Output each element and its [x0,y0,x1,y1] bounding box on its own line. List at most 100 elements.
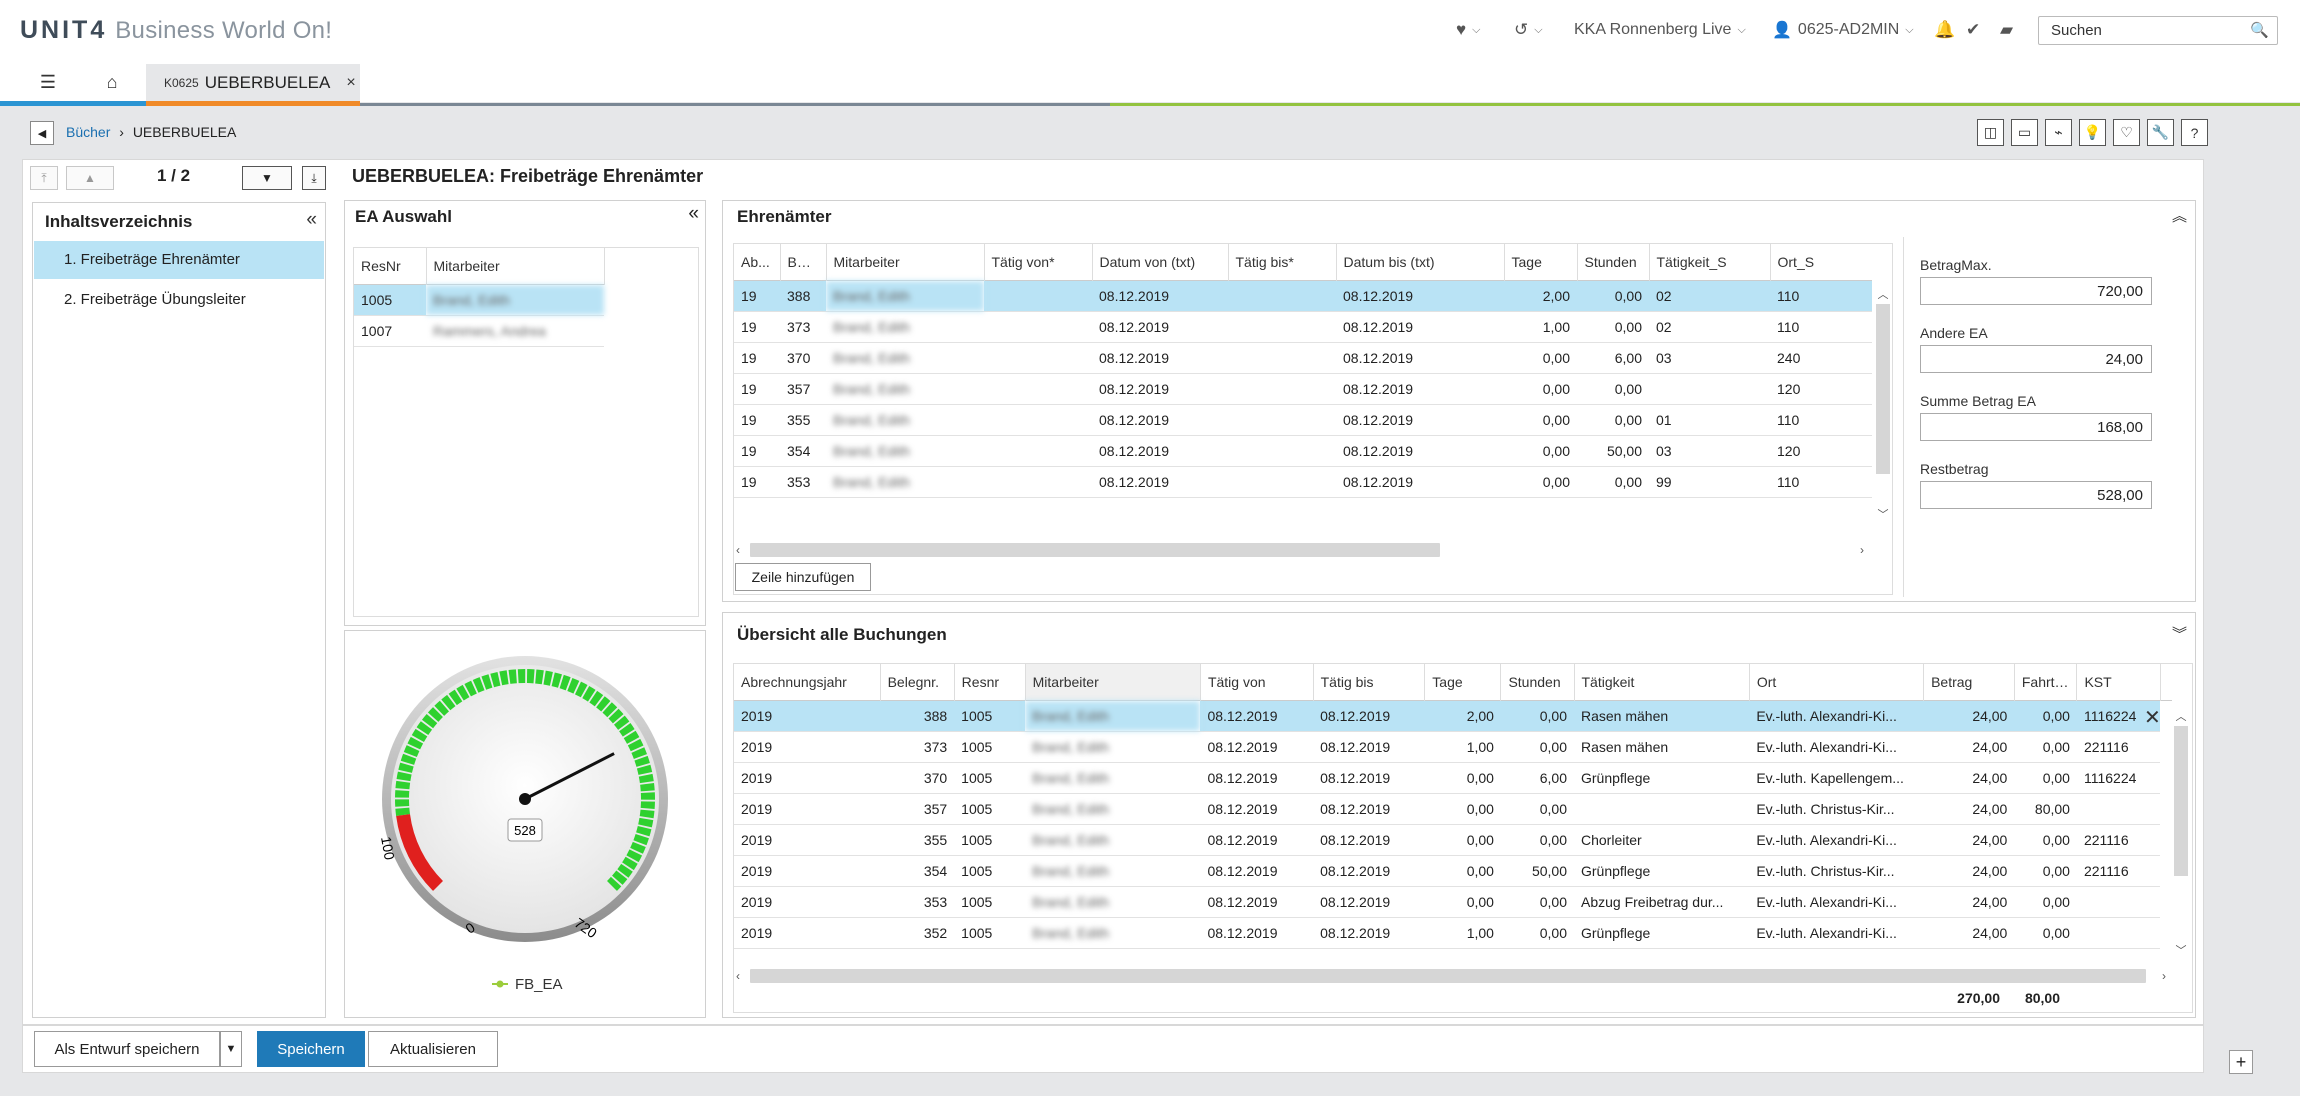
table-row[interactable]: 2019 355 1005 Brand, Edith 08.12.2019 08.12.2… [734,824,2172,856]
search-input[interactable]: Suchen 🔍 [2038,16,2278,45]
column-header[interactable]: Tage [1504,244,1578,280]
split-view-icon[interactable]: ◫ [1977,119,2004,146]
column-header[interactable]: Ab... [734,244,781,280]
save-button[interactable]: Speichern [257,1031,365,1067]
table-row[interactable]: 19 357 Brand, Edith 08.12.2019 08.12.2019 0,0… [734,373,1872,405]
column-header[interactable]: Ort_S [1770,244,1872,280]
column-header[interactable]: Tätigkeit_S [1649,244,1771,280]
column-header[interactable]: Stunden [1500,664,1575,700]
table-row[interactable]: 1007 Rammers, Andrea [354,315,604,347]
column-header[interactable]: Belegnr. [880,664,955,700]
column-header[interactable]: Mitarbeiter [826,244,985,280]
scroll-down-icon[interactable]: ﹀ [2176,942,2187,958]
table-row[interactable]: 19 354 Brand, Edith 08.12.2019 08.12.2019 0,0… [734,435,1872,467]
scroll-right-icon[interactable]: › [2162,969,2166,983]
menu-list-icon[interactable]: ☰ [22,66,74,98]
andere-ea-field[interactable]: 24,00 [1920,345,2152,373]
toc-item-ehrenaemter[interactable]: 1. Freibeträge Ehrenämter [34,241,324,279]
column-header[interactable]: Tage [1424,664,1502,700]
home-icon[interactable]: ⌂ [86,66,138,98]
column-header[interactable]: Tätigkeit [1574,664,1750,700]
column-header[interactable]: Resnr [954,664,1026,700]
table-row[interactable]: 2019 373 1005 Brand, Edith 08.12.2019 08.12.2… [734,731,2172,763]
table-row[interactable]: 2019 388 1005 Brand, Edith 08.12.2019 08.12.2… [734,700,2172,732]
bell-icon[interactable]: 🔔 [1934,18,1955,42]
vertical-scrollbar[interactable]: ︿ ﹀ [2172,708,2190,958]
scroll-down-icon[interactable]: ﹀ [1878,506,1889,522]
scroll-up-icon[interactable]: ︿ [2176,708,2187,724]
betragmax-field[interactable]: 720,00 [1920,277,2152,305]
scroll-up-icon[interactable]: ︿ [1878,286,1889,302]
favorite-heart-icon[interactable]: ♡ [2113,119,2140,146]
summe-betrag-ea-field[interactable]: 168,00 [1920,413,2152,441]
close-icon[interactable]: × [346,74,355,92]
column-header[interactable]: Stunden [1577,244,1650,280]
tab-ueberbuelea[interactable]: K0625 UEBERBUELEA × [146,64,360,102]
add-row-button[interactable]: Zeile hinzufügen [735,563,871,591]
column-header[interactable]: Fahrtk... [2014,664,2078,700]
column-header[interactable]: Mitarbeiter [426,248,605,284]
scroll-left-icon[interactable]: ‹ [736,969,750,983]
column-header[interactable]: Ort [1749,664,1925,700]
chat-icon[interactable]: ▰ [2000,18,2013,42]
user-menu[interactable]: 👤 0625-AD2MIN ⌵ [1772,18,1914,42]
horizontal-scrollbar[interactable]: ‹ › [736,540,1876,560]
column-header[interactable]: KST [2076,664,2161,700]
table-row[interactable]: 19 353 Brand, Edith 08.12.2019 08.12.2019 0,0… [734,466,1872,498]
column-header[interactable]: Abrechnungsjahr [734,664,881,700]
scrollbar-thumb[interactable] [2174,726,2188,876]
help-icon[interactable]: ? [2181,119,2208,146]
refresh-button[interactable]: Aktualisieren [368,1031,498,1067]
table-row[interactable]: 2019 354 1005 Brand, Edith 08.12.2019 08.12.2… [734,855,2172,887]
save-draft-dropdown[interactable]: ▼ [220,1031,242,1067]
scroll-left-icon[interactable]: ‹ [736,543,750,557]
wrench-icon[interactable]: 🔧 [2147,119,2174,146]
table-row[interactable]: 2019 352 1005 Brand, Edith 08.12.2019 08.12.2… [734,917,2172,949]
search-icon[interactable]: 🔍 [2250,21,2269,39]
favorites-menu[interactable]: ♥ ⌵ [1456,18,1480,42]
first-page-button[interactable]: ⤒ [30,166,58,190]
table-row[interactable]: 19 355 Brand, Edith 08.12.2019 08.12.2019 0,0… [734,404,1872,436]
comment-icon[interactable]: ▭ [2011,119,2038,146]
delete-row-icon[interactable]: ✕ [2144,708,2161,728]
restbetrag-field[interactable]: 528,00 [1920,481,2152,509]
check-icon[interactable]: ✔ [1966,18,1980,42]
gauge-legend-label[interactable]: FB_EA [515,976,563,993]
back-button[interactable]: ◀ [30,121,54,145]
add-panel-button[interactable]: + [2229,1050,2253,1074]
column-header[interactable]: Tätig von [1200,664,1314,700]
column-header[interactable]: Datum bis (txt) [1336,244,1505,280]
table-row[interactable]: 2019 370 1005 Brand, Edith 08.12.2019 08.12.2… [734,762,2172,794]
breadcrumb-parent-link[interactable]: Bücher [66,124,110,140]
next-page-button[interactable]: ▼ [242,166,292,190]
collapse-up-icon[interactable]: ︽ [2172,205,2187,226]
column-header[interactable]: Tätig von* [984,244,1093,280]
scroll-right-icon[interactable]: › [1860,543,1864,557]
last-page-button[interactable]: ⤓ [302,166,326,190]
app-logo[interactable]: UNIT4 Business World On! [20,16,332,45]
history-menu[interactable]: ↺ ⌵ [1514,18,1543,42]
attachment-icon[interactable]: ⌁ [2045,119,2072,146]
toc-item-uebungsleiter[interactable]: 2. Freibeträge Übungsleiter [34,281,324,319]
table-row[interactable]: 2019 353 1005 Brand, Edith 08.12.2019 08.12.2… [734,886,2172,918]
scrollbar-thumb[interactable] [750,543,1440,557]
lightbulb-icon[interactable]: 💡 [2079,119,2106,146]
scrollbar-thumb[interactable] [1876,304,1890,474]
save-draft-button[interactable]: Als Entwurf speichern [34,1031,220,1067]
column-header[interactable]: ResNr [354,248,427,284]
column-header[interactable]: Tätig bis* [1228,244,1337,280]
vertical-scrollbar[interactable]: ︿ ﹀ [1874,286,1892,522]
column-header[interactable]: Mitarbeiter [1025,664,1201,700]
table-row[interactable]: 19 388 Brand, Edith 08.12.2019 08.12.2019 2,0… [734,280,1872,312]
column-header[interactable]: Betrag [1923,664,2015,700]
column-header[interactable]: Tätig bis [1313,664,1426,700]
horizontal-scrollbar[interactable]: ‹ › [736,966,2174,986]
column-header[interactable]: Bel... [780,244,827,280]
column-header[interactable]: Datum von (txt) [1092,244,1229,280]
table-row[interactable]: 2019 357 1005 Brand, Edith 08.12.2019 08.12.2… [734,793,2172,825]
company-menu[interactable]: KKA Ronnenberg Live ⌵ [1574,18,1746,42]
scrollbar-thumb[interactable] [750,969,2146,983]
collapse-left-icon[interactable]: « [688,203,699,225]
table-row[interactable]: 1005 Brand, Edith [354,284,604,316]
expand-down-icon[interactable]: ︾ [2172,623,2187,644]
